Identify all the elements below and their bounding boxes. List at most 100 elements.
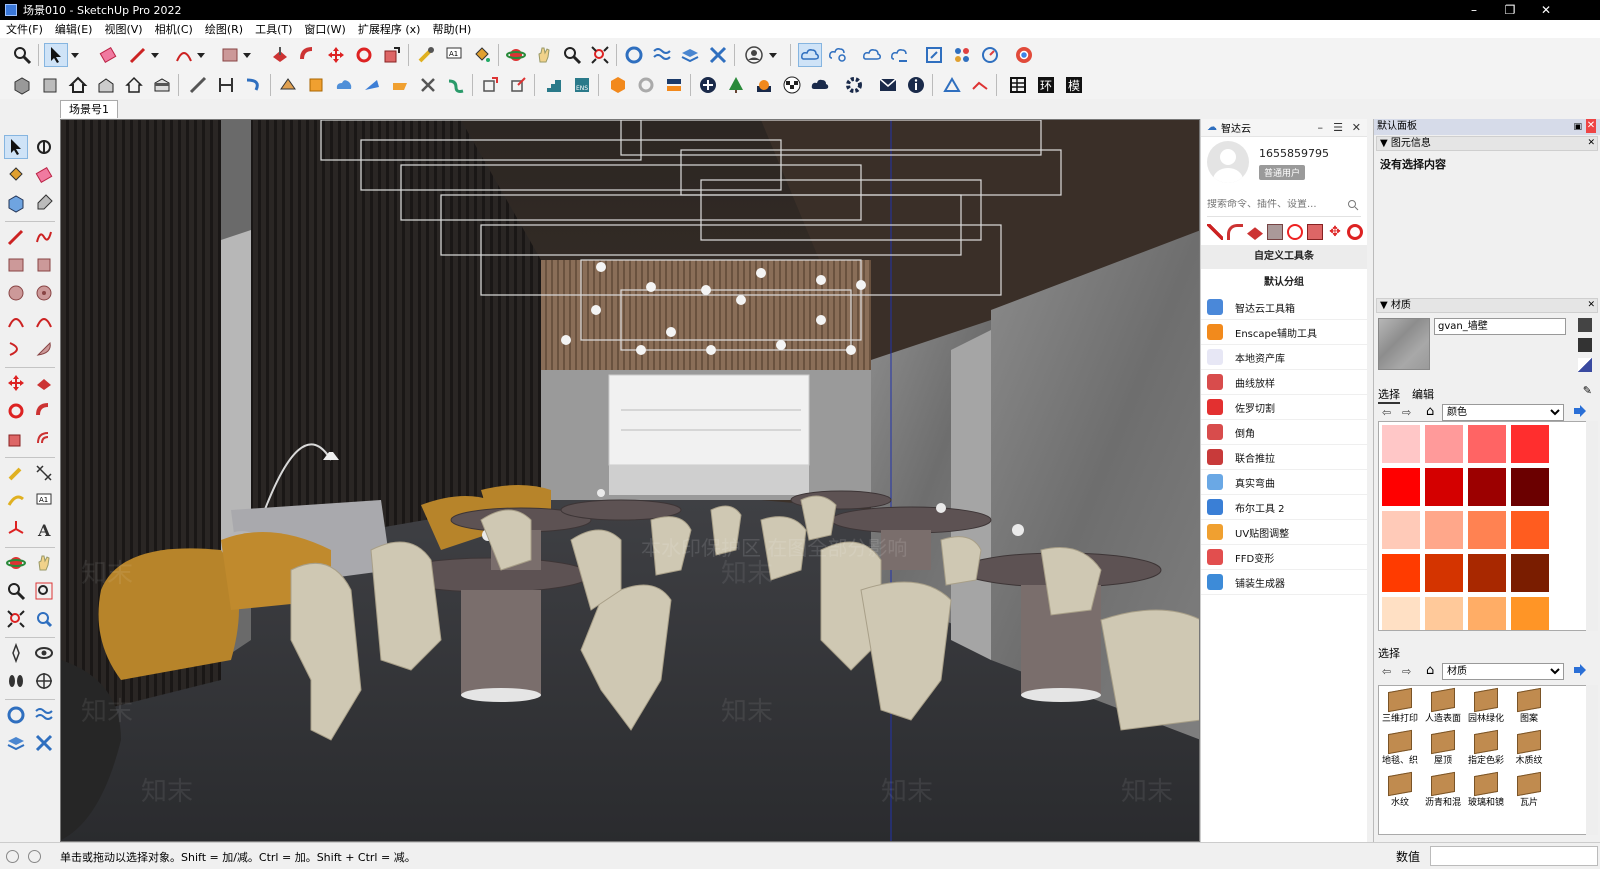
cloud-tool-item[interactable]: 铺装生成器: [1201, 570, 1367, 595]
three-point-arc-icon[interactable]: [4, 337, 28, 361]
menu-extensions[interactable]: 扩展程序 (x): [358, 21, 421, 37]
arc-icon[interactable]: [172, 43, 196, 67]
dropdown-arrow-icon[interactable]: [240, 43, 254, 67]
search-icon[interactable]: [1347, 199, 1359, 214]
cloud-tool-item[interactable]: 本地资产库: [1201, 345, 1367, 370]
folder-scrollbar[interactable]: [1586, 685, 1598, 835]
color-swatch[interactable]: [1510, 467, 1550, 507]
tape-measure-icon[interactable]: [4, 461, 28, 485]
menu-tools[interactable]: 工具(T): [255, 21, 292, 37]
circle-icon[interactable]: [4, 281, 28, 305]
color-swatch[interactable]: [1467, 424, 1507, 464]
maximize-button[interactable]: ❐: [1492, 0, 1528, 20]
color-swatch[interactable]: [1510, 424, 1550, 464]
panel-minimize-icon[interactable]: –: [1318, 121, 1324, 134]
eraser-icon[interactable]: [96, 43, 120, 67]
cloud-sync-icon[interactable]: [798, 43, 822, 67]
pencil-icon[interactable]: [1207, 224, 1223, 240]
left-view-icon[interactable]: [150, 73, 174, 97]
move-icon[interactable]: [4, 371, 28, 395]
move-icon[interactable]: [324, 43, 348, 67]
refresh-cloud-icon[interactable]: [978, 43, 1002, 67]
geo-location-icon[interactable]: [6, 850, 19, 863]
color-swatch[interactable]: [1381, 424, 1421, 464]
text-tool-icon[interactable]: A1: [442, 43, 466, 67]
rotated-rectangle-icon[interactable]: [32, 253, 56, 277]
menu-camera[interactable]: 相机(C): [155, 21, 193, 37]
checker-icon[interactable]: [780, 73, 804, 97]
scale-icon[interactable]: [4, 427, 28, 451]
info-icon[interactable]: [904, 73, 928, 97]
shape-box-icon[interactable]: [304, 73, 328, 97]
push-pull-icon[interactable]: [1247, 227, 1263, 240]
library-select[interactable]: 颜色: [1442, 404, 1564, 421]
render-panel-icon[interactable]: [662, 73, 686, 97]
shape-wedge-icon[interactable]: [388, 73, 412, 97]
color-swatch[interactable]: [1510, 553, 1550, 593]
scissors-icon[interactable]: [416, 73, 440, 97]
follow-me-icon[interactable]: [1227, 224, 1243, 240]
paint-bucket-icon[interactable]: [4, 163, 28, 187]
sync-icon[interactable]: [634, 73, 658, 97]
follow-me-icon[interactable]: [32, 399, 56, 423]
pan-icon[interactable]: [32, 551, 56, 575]
close-button[interactable]: ✕: [1528, 0, 1564, 20]
component-select-icon[interactable]: [32, 135, 56, 159]
polygon-icon[interactable]: [32, 281, 56, 305]
zoom-icon[interactable]: [4, 579, 28, 603]
material-name-field[interactable]: gvan_墙壁: [1434, 318, 1566, 335]
material-folder[interactable]: 瓦片: [1510, 771, 1548, 810]
axes-icon[interactable]: [4, 517, 28, 541]
section-close-icon[interactable]: ✕: [1587, 137, 1595, 150]
bottom-library-select[interactable]: 材质: [1442, 663, 1564, 680]
follow-me-icon[interactable]: [296, 43, 320, 67]
tray-close-icon[interactable]: ✕: [1586, 119, 1596, 133]
plugin-layers-icon[interactable]: [678, 43, 702, 67]
eraser-icon[interactable]: [32, 163, 56, 187]
zoom-extents-icon[interactable]: [588, 43, 612, 67]
plugin-shell-icon[interactable]: [4, 703, 28, 727]
dropdown-arrow-icon[interactable]: [194, 43, 208, 67]
minimize-button[interactable]: –: [1456, 0, 1492, 20]
material-folder[interactable]: 三维打印: [1381, 687, 1419, 726]
gear-icon[interactable]: [842, 73, 866, 97]
position-camera-icon[interactable]: [4, 641, 28, 665]
panel-close-icon[interactable]: ✕: [1352, 121, 1361, 134]
plugin-huan-icon[interactable]: 环: [1034, 73, 1058, 97]
forward-arrow-icon[interactable]: ⇨: [1402, 665, 1411, 678]
orbit-icon[interactable]: [4, 551, 28, 575]
menu-window[interactable]: 窗口(W): [304, 21, 345, 37]
color-swatch[interactable]: [1424, 510, 1464, 550]
material-swatch[interactable]: [1378, 318, 1430, 370]
menu-draw[interactable]: 绘图(R): [205, 21, 243, 37]
weld-icon[interactable]: [242, 73, 266, 97]
color-swatch[interactable]: [1381, 596, 1421, 630]
menu-view[interactable]: 视图(V): [104, 21, 142, 37]
section-plane-icon[interactable]: [32, 669, 56, 693]
box-scale-icon[interactable]: [506, 73, 530, 97]
tape-measure-icon[interactable]: [414, 43, 438, 67]
freehand-icon[interactable]: [32, 225, 56, 249]
color-swatch[interactable]: [1424, 467, 1464, 507]
color-swatch[interactable]: [1510, 510, 1550, 550]
material-folder[interactable]: 木质纹: [1510, 729, 1548, 768]
dropdown-arrow-icon[interactable]: [148, 43, 162, 67]
instructor-info-icon[interactable]: [28, 850, 41, 863]
plugin-wave-icon[interactable]: [650, 43, 674, 67]
home-view-icon[interactable]: [66, 73, 90, 97]
materials-header[interactable]: ▼ 材质 ✕: [1376, 298, 1598, 313]
scene-tab-1[interactable]: 场景号1: [60, 100, 118, 118]
default-material-icon[interactable]: [1578, 318, 1592, 332]
shape-arrow-icon[interactable]: [360, 73, 384, 97]
line-tool-icon[interactable]: [4, 225, 28, 249]
zoom-window-icon[interactable]: [32, 579, 56, 603]
rectangle-icon[interactable]: [218, 43, 242, 67]
previous-view-icon[interactable]: [32, 607, 56, 631]
user-account-icon[interactable]: [742, 43, 766, 67]
menu-help[interactable]: 帮助(H): [432, 21, 471, 37]
cloud-tool-item[interactable]: Enscape辅助工具: [1201, 320, 1367, 345]
move-icon[interactable]: ✥: [1327, 224, 1343, 240]
custom-toolbar-header[interactable]: 自定义工具条: [1201, 245, 1367, 269]
front-view-icon[interactable]: [38, 73, 62, 97]
add-circle-icon[interactable]: [696, 73, 720, 97]
